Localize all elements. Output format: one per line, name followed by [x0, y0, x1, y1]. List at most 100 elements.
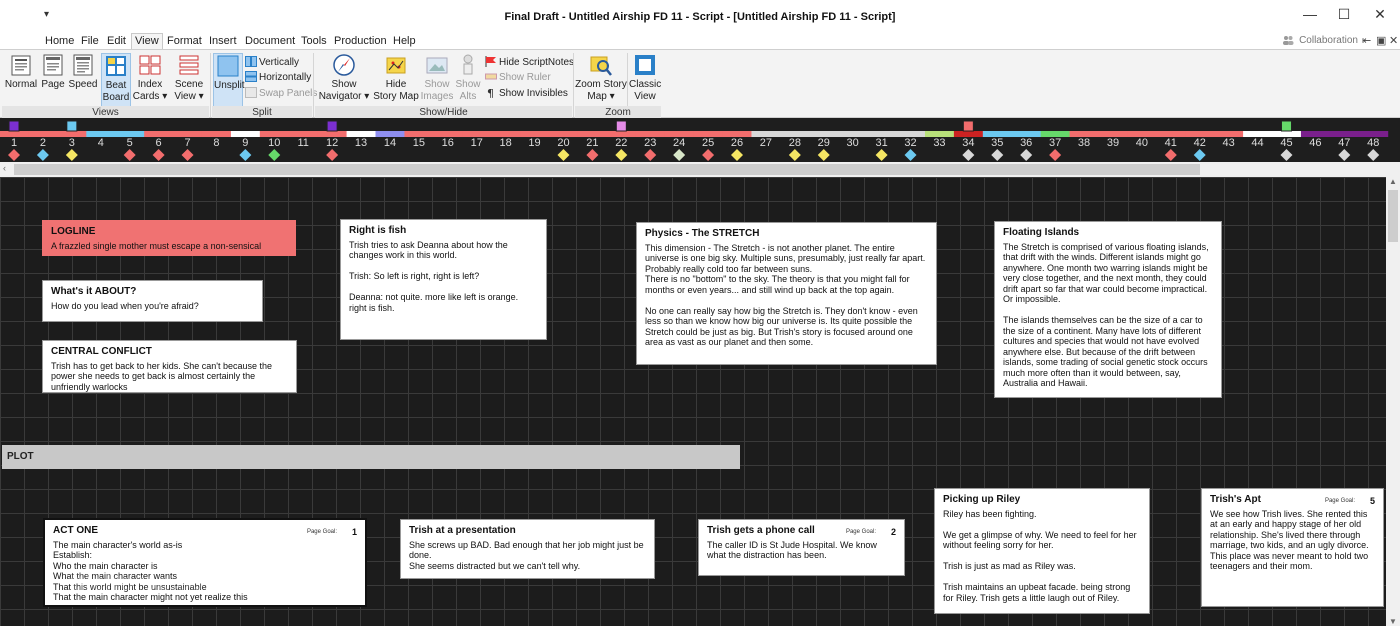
- scroll-up-icon[interactable]: ▲: [1389, 177, 1397, 186]
- menu-insert[interactable]: Insert: [209, 35, 237, 47]
- timeline-beat-diamond[interactable]: [875, 149, 888, 161]
- timeline-beat-diamond[interactable]: [1049, 149, 1062, 161]
- normal-view-button[interactable]: Normal: [4, 53, 38, 91]
- split-vertically-button[interactable]: Vertically: [245, 56, 299, 69]
- menu-home[interactable]: Home: [45, 35, 74, 47]
- timeline-beat-diamond[interactable]: [326, 149, 339, 161]
- beat-card-physics[interactable]: Physics - The STRETCH This dimension - T…: [636, 222, 937, 365]
- hide-story-map-button[interactable]: Hide Story Map: [372, 53, 420, 103]
- timeline-marker[interactable]: [66, 120, 78, 132]
- timeline-beat-diamond[interactable]: [673, 149, 686, 161]
- beat-card-central-conflict[interactable]: CENTRAL CONFLICT Trish has to get back t…: [42, 340, 297, 393]
- timeline-beat-diamond[interactable]: [268, 149, 281, 161]
- timeline-page-number: 42: [1194, 137, 1206, 149]
- menu-help[interactable]: Help: [393, 35, 416, 47]
- timeline-beat-diamond[interactable]: [181, 149, 194, 161]
- plot-lane-header[interactable]: PLOT: [2, 445, 740, 469]
- menu-document[interactable]: Document: [245, 35, 295, 47]
- beat-card-trishs-apt[interactable]: Trish's Apt Page Goal: 5 We see how Tris…: [1201, 488, 1384, 607]
- swap-panels-button[interactable]: Swap Panels: [245, 87, 317, 100]
- minimize-button[interactable]: —: [1300, 5, 1320, 23]
- timeline-beat-diamond[interactable]: [1280, 149, 1293, 161]
- timeline-beat-diamond[interactable]: [702, 149, 715, 161]
- timeline-beat-diamond[interactable]: [152, 149, 165, 161]
- menu-view[interactable]: View: [131, 33, 163, 49]
- timeline-beat-diamond[interactable]: [557, 149, 570, 161]
- timeline-beat-diamond[interactable]: [962, 149, 975, 161]
- timeline-beat-diamond[interactable]: [1164, 149, 1177, 161]
- timeline-beat-diamond[interactable]: [239, 149, 252, 161]
- close-button[interactable]: ✕: [1370, 5, 1390, 23]
- show-navigator-button[interactable]: Show Navigator ▾: [316, 53, 372, 103]
- show-navigator-label: Show Navigator ▾: [318, 79, 370, 102]
- beat-card-about[interactable]: What's it ABOUT? How do you lead when yo…: [42, 280, 263, 322]
- timeline-beat-diamond[interactable]: [788, 149, 801, 161]
- collaboration-button[interactable]: Collaboration: [1299, 35, 1358, 46]
- classic-view-button[interactable]: Classic View: [629, 53, 661, 103]
- watermark: filehorse.com: [70, 569, 227, 596]
- timeline-beat-diamond[interactable]: [586, 149, 599, 161]
- scene-view-button[interactable]: Scene View ▾: [170, 53, 208, 103]
- ribbon-minimize-icon[interactable]: ⇤: [1362, 34, 1371, 47]
- scroll-left-icon[interactable]: ‹: [3, 163, 6, 173]
- timeline-beat-diamond[interactable]: [36, 149, 49, 161]
- timeline-beat-diamond[interactable]: [8, 149, 20, 161]
- timeline-marker[interactable]: [326, 120, 338, 132]
- horizontal-scroll-thumb[interactable]: [14, 164, 1200, 175]
- timeline-page-number: 1: [11, 137, 17, 149]
- timeline-beat-diamond[interactable]: [123, 149, 136, 161]
- speed-view-button[interactable]: Speed: [68, 53, 98, 91]
- timeline-beat-diamond[interactable]: [1193, 149, 1206, 161]
- menu-tools[interactable]: Tools: [301, 35, 327, 47]
- show-alts-button[interactable]: Show Alts: [454, 53, 482, 103]
- timeline-marker[interactable]: [8, 120, 20, 132]
- beat-card-right-is-fish[interactable]: Right is fish Trish tries to ask Deanna …: [340, 219, 547, 340]
- show-images-button[interactable]: Show Images: [420, 53, 454, 103]
- timeline-page-number: 5: [127, 137, 133, 149]
- menu-file[interactable]: File: [81, 35, 99, 47]
- story-map-canvas[interactable]: 1 2 3 4 5 6 7 8 9 10 11 12 13 14 15 16 17 18 19 20 21 22 23 24 2…: [0, 118, 1400, 162]
- timeline-beat-diamond[interactable]: [615, 149, 628, 161]
- ruler-icon: [485, 73, 497, 80]
- timeline-beat-diamond[interactable]: [904, 149, 917, 161]
- maximize-button[interactable]: ☐: [1334, 5, 1354, 23]
- beat-card-logline[interactable]: LOGLINE A frazzled single mother must es…: [42, 220, 296, 256]
- timeline-page-number: 31: [875, 137, 887, 149]
- menu-format[interactable]: Format: [167, 35, 202, 47]
- timeline-beat-diamond[interactable]: [817, 149, 830, 161]
- show-invisibles-button[interactable]: ¶ Show Invisibles: [485, 87, 568, 100]
- timeline-beat-diamond[interactable]: [65, 149, 78, 161]
- timeline-page-number: 46: [1309, 137, 1321, 149]
- timeline-beat-diamond[interactable]: [991, 149, 1004, 161]
- timeline-beat-diamond[interactable]: [1020, 149, 1033, 161]
- timeline-marker[interactable]: [962, 120, 974, 132]
- beat-card-presentation[interactable]: Trish at a presentation She screws up BA…: [400, 519, 655, 579]
- beat-card-floating-islands[interactable]: Floating Islands The Stretch is comprise…: [994, 221, 1222, 398]
- index-cards-button[interactable]: Index Cards ▾: [132, 53, 168, 103]
- timeline-marker[interactable]: [1280, 120, 1292, 132]
- restore-icon[interactable]: ▣: [1376, 34, 1386, 47]
- hide-scriptnotes-button[interactable]: Hide ScriptNotes: [485, 56, 574, 69]
- beat-card-phone-call[interactable]: Trish gets a phone call Page Goal: 2 The…: [698, 519, 905, 576]
- unsplit-button[interactable]: Unsplit: [213, 53, 245, 107]
- vertical-scrollbar[interactable]: ▲ ▼: [1386, 177, 1400, 626]
- page-goal-label: Page Goal:: [306, 529, 337, 535]
- menu-edit[interactable]: Edit: [107, 35, 126, 47]
- timeline-beat-diamond[interactable]: [644, 149, 657, 161]
- vertical-scroll-thumb[interactable]: [1388, 190, 1398, 242]
- split-horizontally-button[interactable]: Horizontally: [245, 71, 311, 84]
- timeline-beat-diamond[interactable]: [731, 149, 743, 161]
- zoom-story-map-button[interactable]: Zoom Story Map ▾: [575, 53, 627, 103]
- page-view-button[interactable]: Page: [38, 53, 68, 91]
- menu-production[interactable]: Production: [334, 35, 387, 47]
- beat-card-picking-up-riley[interactable]: Picking up Riley Riley has been fighting…: [934, 488, 1150, 614]
- scroll-down-icon[interactable]: ▼: [1389, 617, 1397, 626]
- timeline-marker[interactable]: [615, 120, 627, 132]
- doc-close-icon[interactable]: ✕: [1389, 34, 1398, 47]
- card-body: This dimension - The Stretch - is not an…: [645, 242, 926, 348]
- timeline-beat-diamond[interactable]: [1338, 149, 1351, 161]
- beat-board-canvas[interactable]: LOGLINE A frazzled single mother must es…: [0, 177, 1386, 626]
- timeline-beat-diamond[interactable]: [1367, 149, 1380, 161]
- beat-board-button[interactable]: Beat Board: [101, 53, 131, 107]
- show-ruler-button[interactable]: Show Ruler: [485, 71, 551, 84]
